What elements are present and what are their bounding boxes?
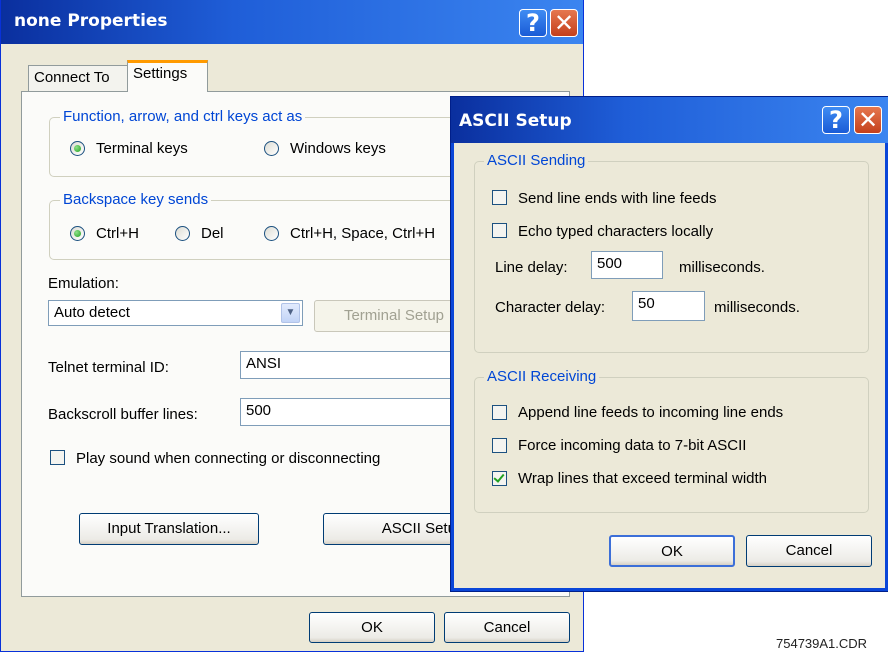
force-7bit-label[interactable]: Force incoming data to 7-bit ASCII [518,437,746,454]
char-delay-input[interactable]: 50 [632,291,705,321]
close-icon[interactable]: ✕ [550,9,578,37]
send-line-ends-checkbox[interactable] [492,190,507,205]
ascii-setup-dialog: ASCII Setup ? ✕ ASCII Sending Send line … [451,97,888,591]
append-line-feeds-label[interactable]: Append line feeds to incoming line ends [518,404,783,421]
ctrl-h-label[interactable]: Ctrl+H [96,225,139,242]
windows-keys-radio[interactable] [264,141,279,156]
figure-code: 754739A1.CDR [776,636,868,651]
properties-titlebar[interactable]: none Properties ? ✕ [1,0,583,44]
tab-connect-to[interactable]: Connect To [28,65,128,91]
char-delay-unit: milliseconds. [714,299,800,316]
telnet-id-label: Telnet terminal ID: [48,359,169,376]
echo-typed-checkbox[interactable] [492,223,507,238]
play-sound-checkbox[interactable] [50,450,65,465]
append-line-feeds-checkbox[interactable] [492,405,507,420]
windows-keys-label[interactable]: Windows keys [290,140,386,157]
backscroll-input[interactable]: 500 [240,398,480,426]
line-delay-input[interactable]: 500 [591,251,663,279]
terminal-keys-label[interactable]: Terminal keys [96,140,188,157]
char-delay-label: Character delay: [495,299,606,316]
ascii-help-icon[interactable]: ? [822,106,850,134]
properties-title: none Properties [14,11,168,31]
terminal-setup-button[interactable]: Terminal Setup [314,300,474,332]
del-radio[interactable] [175,226,190,241]
ascii-close-icon[interactable]: ✕ [854,106,882,134]
force-7bit-checkbox[interactable] [492,438,507,453]
wrap-lines-checkbox[interactable] [492,471,507,486]
ascii-sending-title: ASCII Sending [484,152,589,169]
emulation-label: Emulation: [48,275,119,292]
help-icon[interactable]: ? [519,9,547,37]
del-label[interactable]: Del [201,225,224,242]
echo-typed-label[interactable]: Echo typed characters locally [518,223,713,240]
emulation-value: Auto detect [54,304,130,321]
backspace-group-title: Backspace key sends [60,191,212,208]
function-keys-group-title: Function, arrow, and ctrl keys act as [60,108,306,125]
ctrl-h-radio[interactable] [70,226,85,241]
backscroll-label: Backscroll buffer lines: [48,406,198,423]
telnet-id-input[interactable]: ANSI [240,351,480,379]
ctrl-h-space-radio[interactable] [264,226,279,241]
ascii-ok-button[interactable]: OK [609,535,735,567]
input-translation-button[interactable]: Input Translation... [79,513,259,545]
emulation-select[interactable]: Auto detect ▼ [48,300,303,326]
chevron-down-icon[interactable]: ▼ [281,303,300,323]
tab-settings[interactable]: Settings [127,60,208,92]
line-delay-unit: milliseconds. [679,259,765,276]
send-line-ends-label[interactable]: Send line ends with line feeds [518,190,716,207]
ctrl-h-space-label[interactable]: Ctrl+H, Space, Ctrl+H [290,225,435,242]
properties-cancel-button[interactable]: Cancel [444,612,570,643]
properties-ok-button[interactable]: OK [309,612,435,643]
wrap-lines-label[interactable]: Wrap lines that exceed terminal width [518,470,767,487]
ascii-cancel-button[interactable]: Cancel [746,535,872,567]
play-sound-label[interactable]: Play sound when connecting or disconnect… [76,450,380,467]
ascii-receiving-title: ASCII Receiving [484,368,600,385]
ascii-setup-title: ASCII Setup [459,111,572,131]
ascii-setup-titlebar[interactable]: ASCII Setup ? ✕ [451,97,888,143]
line-delay-label: Line delay: [495,259,568,276]
terminal-keys-radio[interactable] [70,141,85,156]
